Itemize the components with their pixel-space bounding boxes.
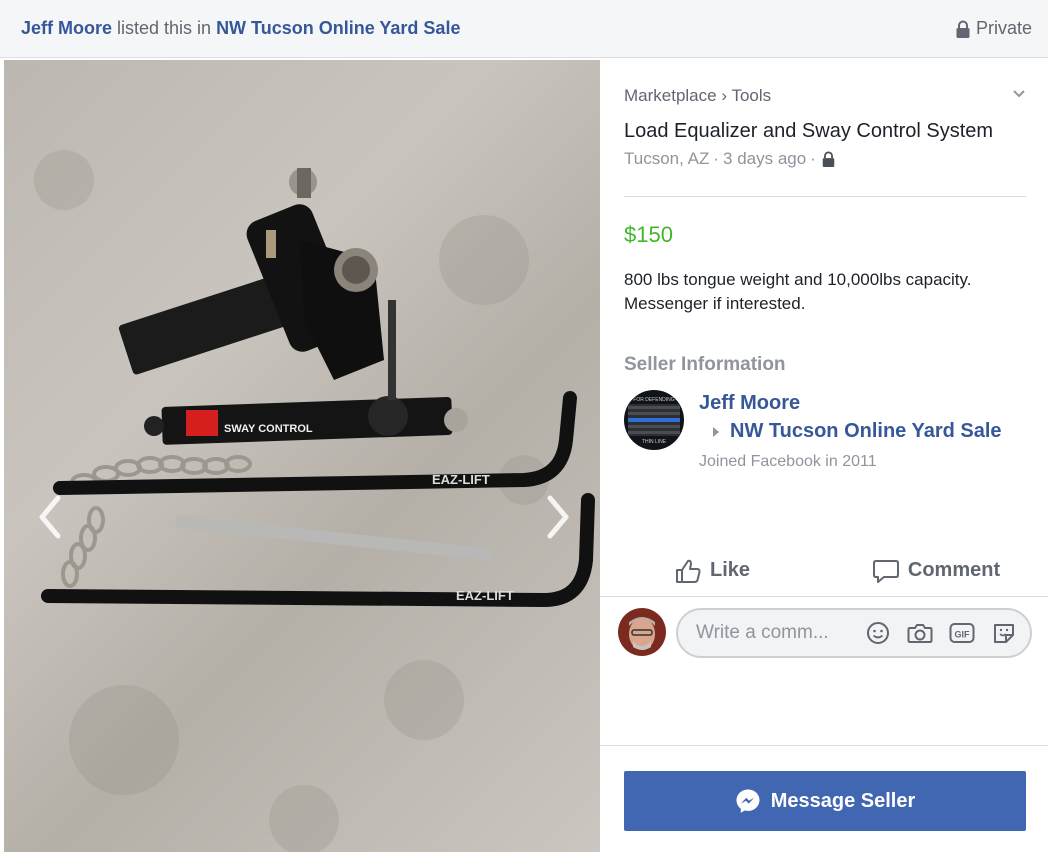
listing-title: Load Equalizer and Sway Control System [624,120,994,142]
breadcrumb-separator: › [721,86,728,105]
divider [600,745,1048,746]
listing-location[interactable]: Tucson, AZ [624,149,709,169]
group-name-link[interactable]: NW Tucson Online Yard Sale [216,18,460,38]
comment-composer: GIF [618,606,1032,662]
photo-attach-button[interactable] [904,617,936,649]
seller-avatar[interactable]: FOR DEFENDING THIN LINE [624,390,684,450]
gif-button[interactable]: GIF [946,617,978,649]
sticker-icon [994,624,1014,643]
hitch-head [118,168,384,380]
comment-icons: GIF [862,617,1020,649]
lock-icon [956,20,970,38]
camera-icon [907,624,933,643]
seller-joined: Joined Facebook in 2011 [699,453,877,470]
post-header-text: Jeff Moore listed this in NW Tucson Onli… [21,18,460,39]
messenger-icon [736,789,760,813]
thumbs-up-icon [675,559,701,583]
poster-name-link[interactable]: Jeff Moore [21,18,112,38]
privacy-label: Private [975,18,1032,38]
sway-control-text: SWAY CONTROL [224,423,313,435]
comment-input-box[interactable]: GIF [676,608,1032,658]
comment-label: Comment [907,559,1001,581]
emoji-button[interactable] [862,617,894,649]
sticker-button[interactable] [988,617,1020,649]
listing-time[interactable]: 3 days ago [723,149,806,169]
meta-separator: · [713,149,720,168]
gif-icon: GIF [949,623,975,643]
next-photo-button[interactable] [542,490,576,544]
breadcrumb: Marketplace › Tools [624,86,771,106]
eaz-lift-text-1: EAZ-LIFT [432,472,490,487]
chevron-right-icon [547,495,569,539]
seller-group-link[interactable]: NW Tucson Online Yard Sale [730,420,1002,443]
divider [624,196,1026,197]
options-menu-button[interactable] [1012,86,1026,104]
message-seller-label: Message Seller [770,789,916,812]
avatar-text-top: FOR DEFENDING [633,397,675,403]
privacy-indicator[interactable]: Private [956,18,1032,39]
avatar-text-bottom: THIN LINE [642,439,667,445]
smiley-icon [867,622,889,644]
description-line: 800 lbs tongue weight and 10,000lbs capa… [624,270,972,289]
listing-price: $150 [624,222,673,247]
lock-icon [822,151,835,167]
description-line: Messenger if interested. [624,294,806,313]
breadcrumb-tools[interactable]: Tools [731,86,771,105]
thin-blue-line-avatar-image: FOR DEFENDING THIN LINE [624,390,684,450]
breadcrumb-marketplace[interactable]: Marketplace [624,86,717,105]
listing-photo-image: SWAY CONTROL EAZ-LIFT EAZ-LIFT [34,150,595,852]
steel-rod [174,515,494,561]
svg-text:GIF: GIF [955,630,971,640]
spring-bar-lower: EAZ-LIFT [41,493,595,608]
message-seller-button[interactable]: Message Seller [624,771,1026,831]
post-header: Jeff Moore listed this in NW Tucson Onli… [0,0,1048,58]
listing-photo[interactable]: SWAY CONTROL EAZ-LIFT EAZ-LIFT [4,60,600,852]
listed-text: listed this in [112,18,217,38]
action-bar: Like Comment [600,545,1048,597]
previous-photo-button[interactable] [32,490,66,544]
speech-bubble-icon [872,559,899,583]
meta-separator: · [810,149,816,168]
user-avatar [618,608,666,656]
listing-description: 800 lbs tongue weight and 10,000lbs capa… [624,268,1024,316]
chevron-left-icon [39,495,61,539]
comment-button[interactable]: Comment [824,557,1048,585]
like-label: Like [709,559,751,581]
seller-name-link[interactable]: Jeff Moore [699,392,800,415]
comment-input[interactable] [696,622,846,644]
seller-group: NW Tucson Online Yard Sale [712,420,1002,443]
caret-right-icon [713,426,719,437]
listing-details-panel: Marketplace › Tools Load Equalizer and S… [600,60,1048,852]
chevron-down-icon [1013,90,1025,98]
listing-meta: Tucson, AZ · 3 days ago · [624,149,835,169]
like-button[interactable]: Like [600,557,824,585]
seller-info-heading: Seller Information [624,354,786,375]
user-avatar-image [618,608,666,656]
eaz-lift-text-2: EAZ-LIFT [456,588,514,603]
